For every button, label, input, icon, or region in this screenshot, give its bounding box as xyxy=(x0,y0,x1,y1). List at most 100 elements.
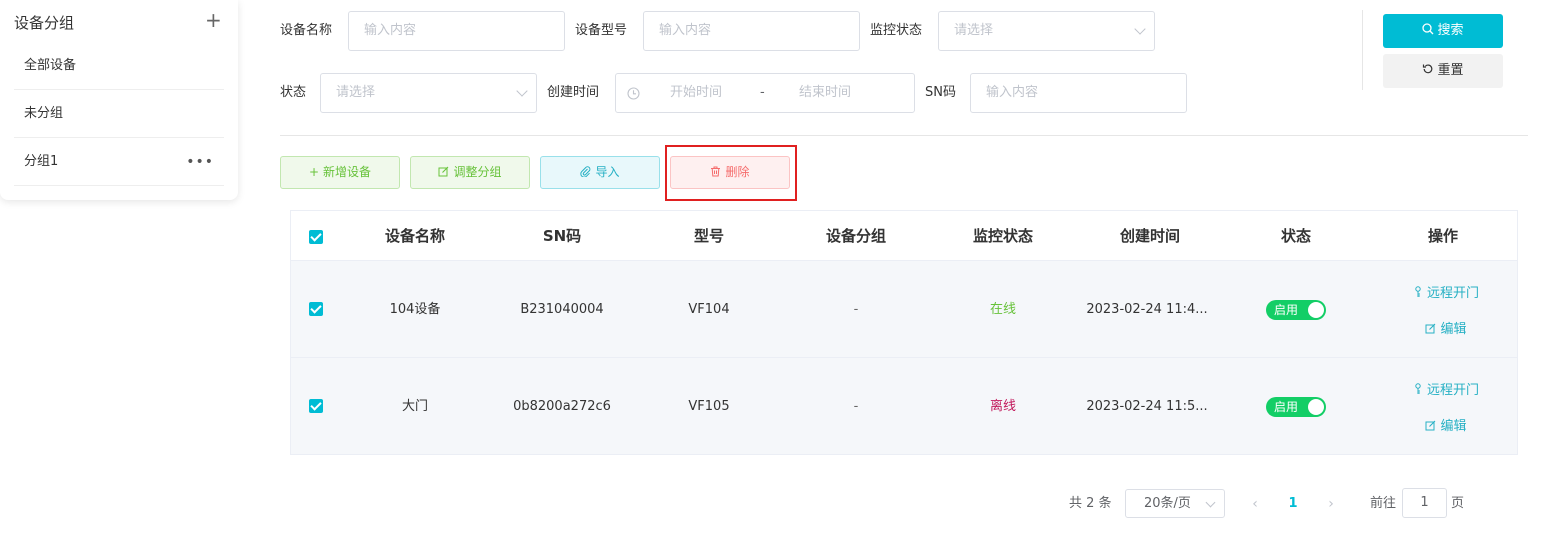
cell-group: - xyxy=(853,399,859,414)
cell-sn: B231040004 xyxy=(520,302,604,317)
status-toggle[interactable]: 启用 xyxy=(1266,397,1326,417)
device-model-input[interactable]: 输入内容 xyxy=(643,11,860,51)
chevron-down-icon xyxy=(1205,497,1216,508)
remote-open-link[interactable]: 远程开门 xyxy=(1391,282,1501,301)
table-row: 104设备 B231040004 VF104 - 在线 2023-02-24 1… xyxy=(291,261,1517,358)
edit-icon xyxy=(1425,420,1436,431)
edit-label: 编辑 xyxy=(1440,322,1467,337)
edit-icon xyxy=(1425,323,1436,334)
search-icon xyxy=(1422,23,1434,35)
cell-group: - xyxy=(853,302,859,317)
header-group[interactable]: 设备分组 xyxy=(786,211,926,261)
cell-monitor-status: 在线 xyxy=(989,302,1016,317)
goto-label: 前往 xyxy=(1370,496,1397,511)
status-label: 状态 xyxy=(280,85,307,100)
chevron-down-icon xyxy=(516,85,528,97)
edit-icon xyxy=(438,166,449,177)
sidebar-item-label: 分组1 xyxy=(24,154,59,169)
header-operations: 操作 xyxy=(1427,227,1458,245)
device-model-label: 设备型号 xyxy=(575,23,628,38)
header-device-name[interactable]: 设备名称 xyxy=(345,211,485,261)
add-device-label: 新增设备 xyxy=(323,165,372,179)
search-button[interactable]: 搜索 xyxy=(1383,14,1503,48)
edit-link[interactable]: 编辑 xyxy=(1391,415,1501,434)
cell-monitor-status: 离线 xyxy=(989,399,1016,414)
sidebar-item-ungrouped[interactable]: 未分组 xyxy=(14,90,224,138)
end-date-input[interactable]: 结束时间 xyxy=(799,74,851,112)
key-icon xyxy=(1415,286,1421,297)
goto-page-input[interactable]: 1 xyxy=(1402,488,1447,518)
adjust-group-button[interactable]: 调整分组 xyxy=(410,156,530,189)
select-placeholder: 请选择 xyxy=(954,23,994,38)
page-suffix: 页 xyxy=(1451,496,1465,511)
header-created-time[interactable]: 创建时间 xyxy=(1080,211,1220,261)
header-sn[interactable]: SN码 xyxy=(492,211,632,261)
remote-open-label: 远程开门 xyxy=(1426,383,1479,398)
page-size-value: 20条/页 xyxy=(1144,496,1191,511)
key-icon xyxy=(1415,383,1421,394)
sidebar-item-group1[interactable]: 分组1 ••• xyxy=(14,138,224,186)
page-number[interactable]: 1 xyxy=(1283,490,1303,518)
toggle-knob xyxy=(1308,399,1324,415)
header-status[interactable]: 状态 xyxy=(1226,211,1366,261)
table-row: 大门 0b8200a272c6 VF105 - 离线 2023-02-24 11… xyxy=(291,358,1517,455)
clock-icon xyxy=(627,87,640,100)
chevron-down-icon xyxy=(1134,23,1146,35)
header-model[interactable]: 型号 xyxy=(639,211,779,261)
highlight-box xyxy=(665,145,797,201)
sn-input[interactable]: 输入内容 xyxy=(970,73,1187,113)
row-checkbox[interactable] xyxy=(309,399,323,413)
adjust-group-label: 调整分组 xyxy=(453,165,502,179)
created-time-label: 创建时间 xyxy=(547,85,600,100)
pagination-total: 共 2 条 xyxy=(1069,496,1112,511)
device-name-label: 设备名称 xyxy=(280,23,333,38)
status-select[interactable]: 请选择 xyxy=(320,73,537,113)
remote-open-link[interactable]: 远程开门 xyxy=(1391,379,1501,398)
select-all-checkbox[interactable] xyxy=(309,230,323,244)
header-monitor-status[interactable]: 监控状态 xyxy=(933,211,1073,261)
toggle-label: 启用 xyxy=(1274,303,1299,317)
table-header: 设备名称 SN码 型号 设备分组 监控状态 创建时间 状态 操作 xyxy=(291,211,1517,261)
row-checkbox[interactable] xyxy=(309,302,323,316)
import-button[interactable]: 导入 xyxy=(540,156,660,189)
date-separator: - xyxy=(760,85,765,100)
add-device-button[interactable]: + 新增设备 xyxy=(280,156,400,189)
toggle-label: 启用 xyxy=(1274,400,1299,414)
divider xyxy=(280,135,1528,136)
page-size-select[interactable]: 20条/页 xyxy=(1125,489,1225,518)
cell-created-time: 2023-02-24 11:4... xyxy=(1086,302,1208,317)
device-name-input[interactable]: 输入内容 xyxy=(348,11,565,51)
more-icon[interactable]: ••• xyxy=(186,138,214,186)
add-group-icon[interactable]: + xyxy=(205,8,222,32)
start-date-input[interactable]: 开始时间 xyxy=(670,74,722,112)
cell-sn: 0b8200a272c6 xyxy=(513,399,611,414)
cell-created-time: 2023-02-24 11:5... xyxy=(1086,399,1208,414)
edit-link[interactable]: 编辑 xyxy=(1391,318,1501,337)
date-range-picker[interactable]: 开始时间 - 结束时间 xyxy=(615,73,915,113)
sidebar-item-label: 未分组 xyxy=(24,106,64,121)
next-page-icon[interactable]: › xyxy=(1321,490,1341,518)
refresh-icon xyxy=(1423,64,1433,74)
status-toggle[interactable]: 启用 xyxy=(1266,300,1326,320)
paperclip-icon xyxy=(580,166,591,178)
monitor-status-label: 监控状态 xyxy=(870,23,923,38)
reset-button-label: 重置 xyxy=(1437,63,1464,78)
monitor-status-select[interactable]: 请选择 xyxy=(938,11,1155,51)
group-sidebar: 设备分组 + 全部设备 未分组 分组1 ••• xyxy=(0,0,238,200)
prev-page-icon[interactable]: ‹ xyxy=(1245,490,1265,518)
divider xyxy=(1362,10,1363,90)
device-table: 设备名称 SN码 型号 设备分组 监控状态 创建时间 状态 操作 104设备 B… xyxy=(290,210,1518,455)
cell-model: VF105 xyxy=(688,399,730,414)
toggle-knob xyxy=(1308,302,1324,318)
search-button-label: 搜索 xyxy=(1437,23,1464,38)
edit-label: 编辑 xyxy=(1440,419,1467,434)
select-placeholder: 请选择 xyxy=(336,85,376,100)
cell-model: VF104 xyxy=(688,302,730,317)
plus-icon: + xyxy=(308,165,320,179)
sidebar-item-all-devices[interactable]: 全部设备 xyxy=(14,42,224,90)
cell-device-name: 104设备 xyxy=(389,302,441,317)
import-label: 导入 xyxy=(595,165,620,179)
reset-button[interactable]: 重置 xyxy=(1383,54,1503,88)
sn-label: SN码 xyxy=(925,85,956,100)
remote-open-label: 远程开门 xyxy=(1426,286,1479,301)
